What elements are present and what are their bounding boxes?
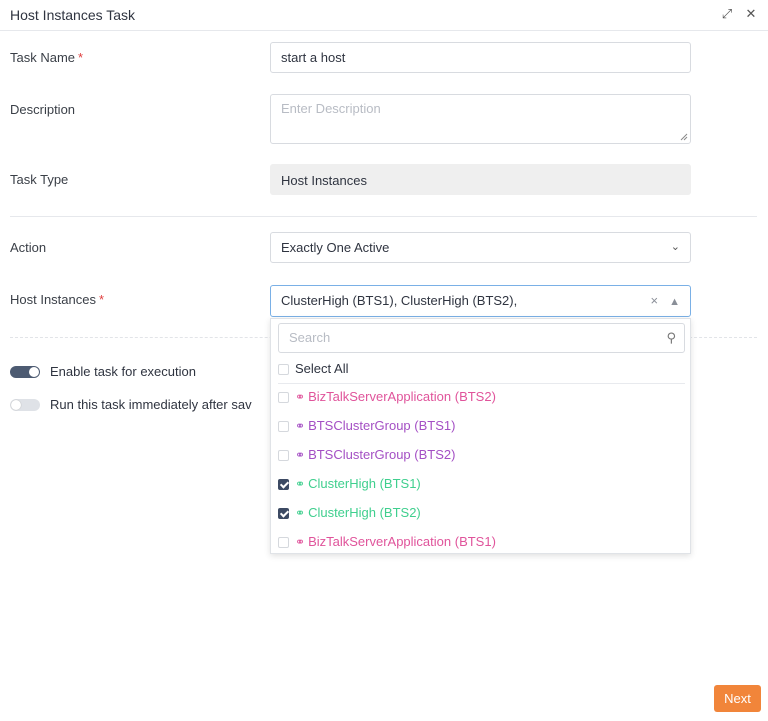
clear-icon[interactable]: × — [650, 293, 658, 308]
host-instance-option[interactable]: ⚭ BTSClusterGroup (BTS1) — [278, 412, 685, 440]
action-value: Exactly One Active — [281, 240, 390, 255]
expand-icon[interactable]: ⤢ — [720, 6, 734, 22]
select-all-option[interactable]: Select All — [278, 355, 685, 384]
enable-task-label: Enable task for execution — [50, 364, 196, 379]
link-icon: ⚭ — [295, 477, 306, 491]
link-icon: ⚭ — [295, 419, 306, 433]
task-name-input[interactable]: start a host — [270, 42, 691, 73]
link-icon: ⚭ — [295, 535, 306, 549]
description-textarea[interactable]: Enter Description — [270, 94, 691, 144]
host-instance-option[interactable]: ⚭ BTSClusterGroup (BTS2) — [278, 441, 685, 469]
description-placeholder: Enter Description — [281, 101, 381, 116]
action-label: Action — [10, 240, 47, 255]
run-immediately-toggle[interactable] — [10, 398, 40, 411]
section-divider — [10, 216, 757, 217]
description-label: Description — [10, 102, 76, 117]
host-instances-multiselect[interactable]: ClusterHigh (BTS1), ClusterHigh (BTS2), … — [270, 285, 691, 317]
next-button[interactable]: Next — [714, 685, 761, 712]
enable-task-row: Enable task for execution — [10, 364, 196, 379]
host-instances-dropdown: Search ⚲ Select All ⚭ BizTalkServerApplic… — [270, 318, 691, 554]
chevron-up-icon[interactable]: ▲ — [669, 296, 680, 308]
link-icon: ⚭ — [295, 390, 306, 404]
option-label: BTSClusterGroup (BTS2) — [308, 447, 456, 462]
close-icon[interactable]: ✕ — [744, 6, 758, 22]
checkbox[interactable] — [278, 507, 289, 519]
link-icon: ⚭ — [295, 448, 306, 462]
select-all-label: Select All — [295, 361, 349, 376]
host-instance-option[interactable]: ⚭ ClusterHigh (BTS2) — [278, 499, 685, 527]
host-instances-value: ClusterHigh (BTS1), ClusterHigh (BTS2), — [281, 293, 518, 308]
checkbox[interactable] — [278, 391, 289, 403]
task-name-label: Task Name * — [10, 50, 84, 65]
checkbox[interactable] — [278, 420, 289, 432]
option-label: BizTalkServerApplication (BTS1) — [308, 534, 496, 549]
option-label: ClusterHigh (BTS2) — [308, 505, 421, 520]
checkbox[interactable] — [278, 478, 289, 490]
host-instance-option[interactable]: ⚭ ClusterHigh (BTS1) — [278, 470, 685, 498]
checkbox[interactable] — [278, 363, 289, 375]
chevron-down-icon: ⌄ — [670, 241, 680, 253]
run-immediately-row: Run this task immediately after sav — [10, 397, 252, 412]
host-instances-label: Host Instances * — [10, 292, 105, 307]
option-label: BTSClusterGroup (BTS1) — [308, 418, 456, 433]
enable-task-toggle[interactable] — [10, 365, 40, 378]
search-icon: ⚲ — [666, 330, 676, 345]
option-label: ClusterHigh (BTS1) — [308, 476, 421, 491]
option-label: BizTalkServerApplication (BTS2) — [308, 389, 496, 404]
action-select[interactable]: Exactly One Active ⌄ — [270, 232, 691, 263]
run-immediately-label: Run this task immediately after sav — [50, 397, 252, 412]
task-type-field: Host Instances — [270, 164, 691, 195]
host-instance-option[interactable]: ⚭ BizTalkServerApplication (BTS2) — [278, 383, 685, 411]
search-placeholder: Search — [289, 330, 331, 345]
required-marker: * — [78, 50, 84, 65]
link-icon: ⚭ — [295, 506, 306, 520]
dialog-title: Host Instances Task — [10, 7, 136, 23]
checkbox[interactable] — [278, 536, 289, 548]
task-type-label: Task Type — [10, 172, 69, 187]
dropdown-search-input[interactable]: Search ⚲ — [278, 323, 685, 353]
checkbox[interactable] — [278, 449, 289, 461]
required-marker: * — [99, 292, 105, 307]
resize-handle-icon[interactable] — [680, 133, 688, 141]
host-instance-option[interactable]: ⚭ BizTalkServerApplication (BTS1) — [278, 528, 685, 556]
dialog-header: Host Instances Task ⤢ ✕ — [0, 0, 768, 31]
